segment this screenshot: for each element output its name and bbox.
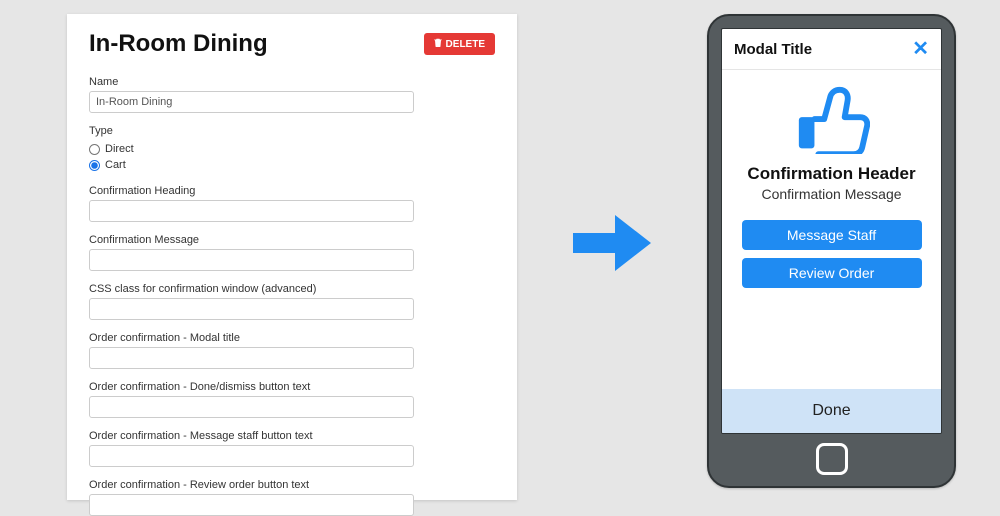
- radio-direct-label: Direct: [105, 141, 134, 157]
- form-panel: In-Room Dining DELETE Name Type Direct C…: [67, 14, 517, 500]
- arrow-icon: [573, 213, 651, 273]
- close-icon[interactable]: ✕: [912, 39, 929, 59]
- type-label: Type: [89, 125, 495, 137]
- modal-body: Confirmation Header Confirmation Message…: [722, 70, 941, 389]
- field-review-order: Order confirmation - Review order button…: [89, 479, 495, 516]
- trash-icon: [434, 38, 442, 50]
- confirmation-heading-label: Confirmation Heading: [89, 185, 495, 197]
- done-button-label: Order confirmation - Done/dismiss button…: [89, 381, 495, 393]
- done-button[interactable]: Done: [722, 389, 941, 433]
- confirmation-message-input[interactable]: [89, 249, 414, 271]
- confirmation-heading-input[interactable]: [89, 200, 414, 222]
- review-order-input[interactable]: [89, 494, 414, 516]
- confirmation-message: Confirmation Message: [761, 186, 901, 202]
- name-input[interactable]: [89, 91, 414, 113]
- name-label: Name: [89, 76, 495, 88]
- field-confirmation-message: Confirmation Message: [89, 234, 495, 271]
- delete-button[interactable]: DELETE: [424, 33, 495, 55]
- message-staff-input[interactable]: [89, 445, 414, 467]
- field-modal-title: Order confirmation - Modal title: [89, 332, 495, 369]
- home-button-icon: [816, 443, 848, 475]
- radio-cart-input[interactable]: [89, 160, 100, 171]
- field-name: Name: [89, 76, 495, 113]
- radio-direct[interactable]: Direct: [89, 141, 495, 157]
- modal-title-input[interactable]: [89, 347, 414, 369]
- message-staff-button[interactable]: Message Staff: [742, 220, 922, 250]
- field-confirmation-heading: Confirmation Heading: [89, 185, 495, 222]
- delete-button-label: DELETE: [446, 39, 485, 50]
- message-staff-label: Order confirmation - Message staff butto…: [89, 430, 495, 442]
- review-order-label: Order confirmation - Review order button…: [89, 479, 495, 491]
- radio-cart[interactable]: Cart: [89, 157, 495, 173]
- radio-direct-input[interactable]: [89, 144, 100, 155]
- field-css-class: CSS class for confirmation window (advan…: [89, 283, 495, 320]
- field-message-staff: Order confirmation - Message staff butto…: [89, 430, 495, 467]
- page-title: In-Room Dining: [89, 30, 268, 58]
- modal-title: Modal Title: [734, 41, 812, 58]
- review-order-button[interactable]: Review Order: [742, 258, 922, 288]
- radio-cart-label: Cart: [105, 157, 126, 173]
- phone-screen: Modal Title ✕ Confirmation Header Confir…: [721, 28, 942, 434]
- phone-mockup: Modal Title ✕ Confirmation Header Confir…: [707, 14, 956, 488]
- confirmation-header: Confirmation Header: [747, 164, 915, 184]
- field-type: Type Direct Cart: [89, 125, 495, 173]
- css-class-input[interactable]: [89, 298, 414, 320]
- field-done-button: Order confirmation - Done/dismiss button…: [89, 381, 495, 418]
- form-header: In-Room Dining DELETE: [89, 30, 495, 58]
- done-button-input[interactable]: [89, 396, 414, 418]
- confirmation-message-label: Confirmation Message: [89, 234, 495, 246]
- thumbs-up-icon: [793, 84, 871, 156]
- modal-title-label: Order confirmation - Modal title: [89, 332, 495, 344]
- css-class-label: CSS class for confirmation window (advan…: [89, 283, 495, 295]
- modal-header: Modal Title ✕: [722, 29, 941, 70]
